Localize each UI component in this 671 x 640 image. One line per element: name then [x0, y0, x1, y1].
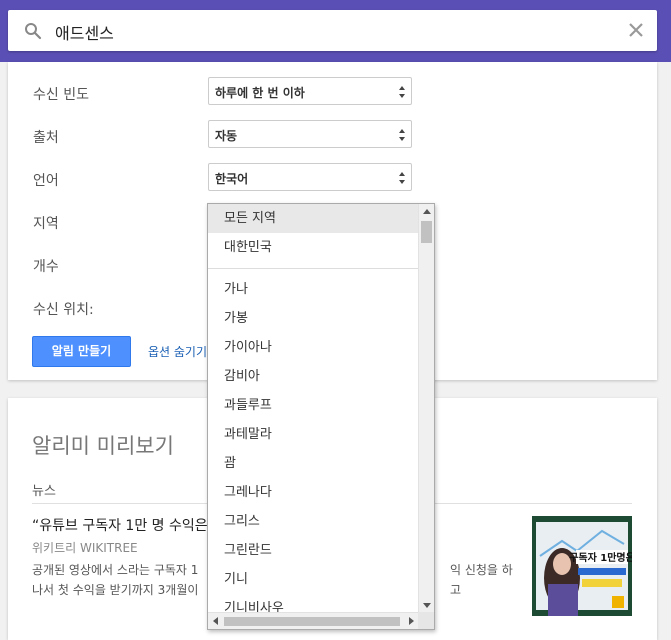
region-options: 모든 지역 대한민국 가나 가봉 가이아나 감비아 과들루프 과테말라 괌 그레…: [208, 204, 419, 623]
source-select[interactable]: 자동: [208, 120, 412, 148]
region-option[interactable]: 감비아: [208, 362, 419, 391]
hide-options-link[interactable]: 옵션 숨기기: [148, 343, 207, 360]
scroll-left-arrow-icon[interactable]: [213, 617, 218, 625]
search-icon: [25, 23, 42, 40]
news-title-link[interactable]: “유튜브 구독자 1만 명 수익은: [32, 515, 208, 535]
scrollbar-corner: [418, 612, 434, 629]
region-option[interactable]: 그린란드: [208, 536, 419, 565]
region-option[interactable]: 그레나다: [208, 478, 419, 507]
snippet-line-1: 공개된 영상에서 스라는 구독자 1: [32, 563, 199, 577]
region-option[interactable]: 그리스: [208, 507, 419, 536]
news-thumbnail[interactable]: 구독자 1만명은: [532, 516, 632, 616]
create-alert-button[interactable]: 알림 만들기: [32, 336, 131, 367]
language-label: 언어: [33, 173, 59, 189]
scroll-down-arrow-icon[interactable]: [423, 603, 431, 608]
source-value: 자동: [215, 129, 238, 143]
region-option[interactable]: 기니: [208, 565, 419, 594]
language-value: 한국어: [215, 172, 249, 186]
region-option[interactable]: 가봉: [208, 304, 419, 333]
region-option[interactable]: 가이아나: [208, 333, 419, 362]
region-option[interactable]: 가나: [208, 275, 419, 304]
region-dropdown-list[interactable]: 모든 지역 대한민국 가나 가봉 가이아나 감비아 과들루프 과테말라 괌 그레…: [207, 203, 435, 630]
count-label: 개수: [33, 259, 59, 275]
region-option[interactable]: 괌: [208, 449, 419, 478]
search-box[interactable]: 애드센스: [8, 10, 657, 51]
thumbnail-text: 구독자 1만명은: [569, 551, 632, 564]
separator: [208, 268, 419, 269]
news-section-label: 뉴스: [32, 484, 56, 499]
frequency-label: 수신 빈도: [33, 87, 89, 103]
select-arrows-icon: [399, 86, 405, 98]
thumbnail-image: 구독자 1만명은: [532, 516, 632, 616]
deliver-to-label: 수신 위치:: [33, 302, 94, 318]
search-input[interactable]: 애드센스: [55, 20, 114, 44]
source-label: 출처: [33, 130, 59, 146]
select-arrows-icon: [399, 129, 405, 141]
vertical-scroll-thumb[interactable]: [421, 221, 432, 243]
region-option[interactable]: 과들루프: [208, 391, 419, 420]
frequency-select[interactable]: 하루에 한 번 이하: [208, 77, 412, 105]
language-select[interactable]: 한국어: [208, 163, 412, 191]
select-arrows-icon: [399, 172, 405, 184]
region-option[interactable]: 과테말라: [208, 420, 419, 449]
snippet-line-1-end: 익 신청을 하고: [450, 563, 513, 597]
region-option-korea[interactable]: 대한민국: [208, 233, 419, 262]
vertical-scrollbar[interactable]: [418, 204, 434, 613]
scroll-right-arrow-icon[interactable]: [409, 617, 414, 625]
horizontal-scroll-thumb[interactable]: [224, 617, 400, 626]
region-label: 지역: [33, 216, 59, 232]
news-source: 위키트리 WIKITREE: [32, 541, 138, 555]
frequency-value: 하루에 한 번 이하: [215, 86, 305, 100]
scroll-up-arrow-icon[interactable]: [423, 209, 431, 214]
horizontal-scrollbar[interactable]: [208, 612, 419, 629]
header-bar: 애드센스: [0, 0, 671, 62]
close-icon[interactable]: [625, 19, 647, 41]
preview-title: 알리미 미리보기: [32, 434, 174, 458]
region-option-all[interactable]: 모든 지역: [208, 204, 419, 233]
